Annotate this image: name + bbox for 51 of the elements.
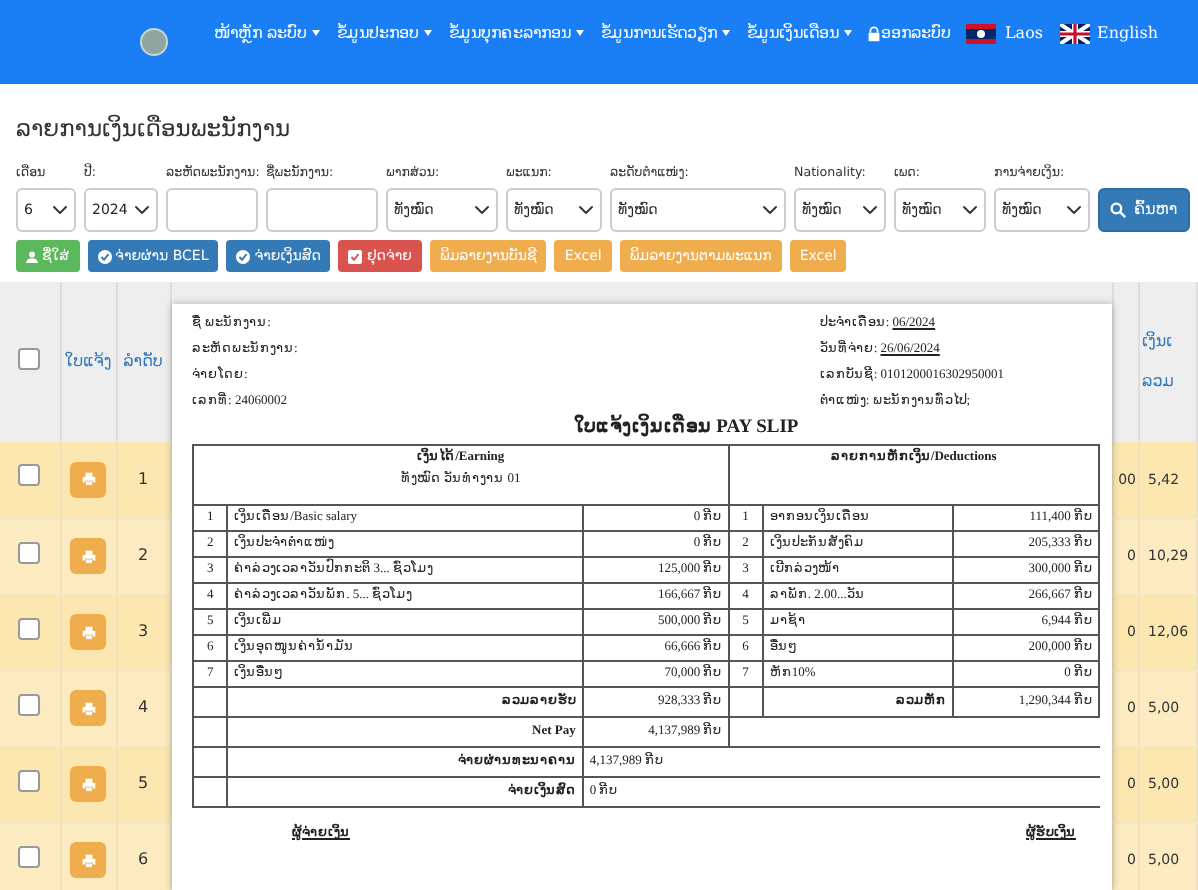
print-button[interactable] [70,842,106,878]
lock-icon [868,26,881,42]
input-field[interactable] [266,188,378,232]
printer-icon [81,549,95,563]
table-cell: 2 [137,546,149,564]
checkbox[interactable] [18,541,41,563]
printer-icon [81,625,95,639]
column-header: ລໍາດັບ [123,352,163,370]
print-button[interactable] [70,766,106,802]
input-field[interactable] [166,188,258,232]
print-button[interactable] [70,690,106,726]
column-header: ເງິນເ [1142,330,1175,354]
table-cell: 5 [137,774,149,792]
nav-menu-item[interactable]: ໜ້າຫຼັກ ລະບົບ [213,22,321,46]
printer-icon [81,853,95,867]
table-cell: 4 [137,698,149,716]
language-link[interactable]: Laos [966,22,1043,46]
flag-icon [1059,24,1089,44]
printer-icon [81,777,95,791]
nav-menu-item[interactable]: ຂໍ້ມູນປະກອບ [336,22,433,46]
slip-title: ໃບແຈ້ງເງິນເດືອນ PAY SLIP [192,414,1100,443]
nav-menu-item[interactable]: ຂໍ້ມູນເງິນເດືອນ [746,22,853,46]
check-circle-icon [97,249,112,263]
page-title: ລາຍການເງິນເດືອນພະນັກງານ [16,112,293,146]
table-cell: 6 [137,850,149,868]
logout-link[interactable]: ອອກລະບົບ [868,22,951,46]
column-header: ໃບແຈ້ງ [64,352,112,370]
checkbox[interactable] [18,845,41,867]
check-square-icon [348,249,363,263]
check-circle-icon [236,249,251,263]
checkbox[interactable] [18,617,41,639]
checkbox[interactable] [18,769,41,791]
printer-icon [81,472,95,487]
print-button[interactable] [70,614,106,650]
flag-icon [966,24,997,44]
checkbox[interactable] [18,347,41,369]
nav-menu-item[interactable]: ຂໍ້ມູນການເຮັດວຽກ [600,22,731,46]
print-button[interactable] [70,538,106,574]
language-link[interactable]: English [1059,22,1158,46]
nav-menu-item[interactable]: ຂໍ້ມູນບຸກຄະລາກອນ [448,22,585,46]
printer-icon [81,701,95,715]
column-header: ລວມ [1142,370,1176,394]
search-icon [1110,202,1126,218]
table-cell: 3 [137,622,149,640]
logo-icon [140,28,168,56]
search-button[interactable]: ຄົ້ນຫາ [1098,188,1190,232]
checkbox[interactable] [18,693,41,715]
table-cell: 1 [137,469,149,488]
checkbox[interactable] [18,464,41,487]
user-icon [26,249,38,263]
print-button[interactable] [70,461,106,498]
